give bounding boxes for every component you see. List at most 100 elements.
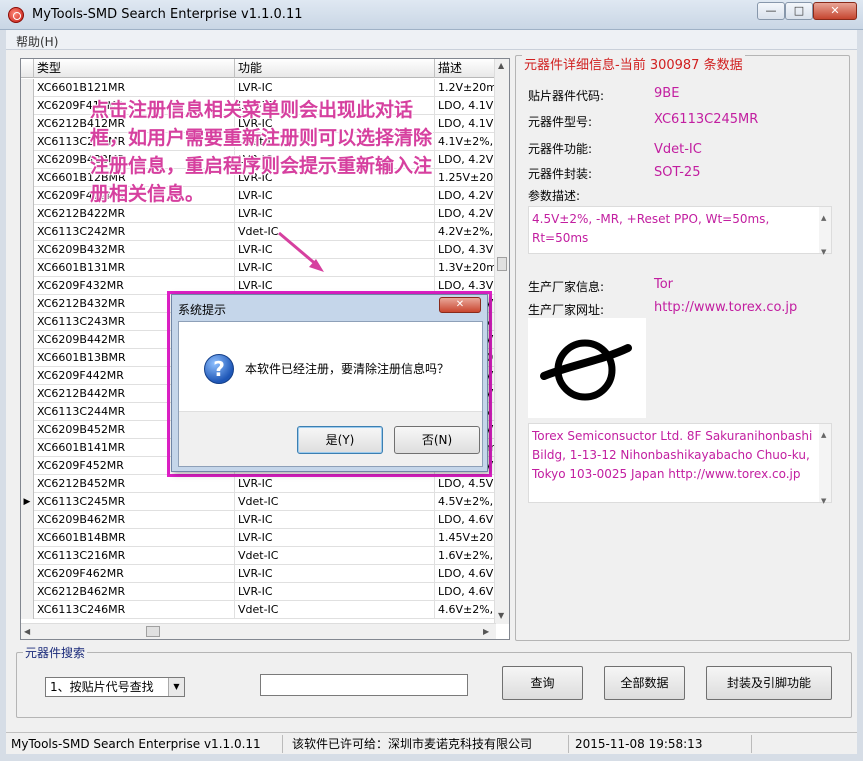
package-pin-button[interactable]: 封装及引脚功能 xyxy=(706,666,832,700)
row-selector[interactable] xyxy=(21,565,34,583)
scroll-up-icon[interactable]: ▲ xyxy=(821,426,826,445)
chevron-down-icon[interactable]: ▼ xyxy=(168,678,184,696)
table-row[interactable]: XC6212B462MR LVR-IC LDO, 4.6V xyxy=(21,583,496,601)
row-selector[interactable] xyxy=(21,367,34,385)
cell-description[interactable]: LDO, 4.2V xyxy=(435,151,496,169)
table-row[interactable]: XC6601B121MRLVR-IC1.2V±20mV xyxy=(21,79,496,97)
table-row[interactable]: XC6113C242MR Vdet-IC 4.2V±2%, xyxy=(21,223,496,241)
column-header-function[interactable]: 功能 xyxy=(235,59,435,78)
scroll-down-icon[interactable]: ▼ xyxy=(498,611,504,620)
row-selector[interactable] xyxy=(21,583,34,601)
cell-description[interactable]: LDO, 4.6V xyxy=(435,565,496,583)
cell-description[interactable]: LDO, 4.6V xyxy=(435,511,496,529)
cell-description[interactable]: 4.6V±2%, xyxy=(435,601,496,619)
row-selector[interactable] xyxy=(21,241,34,259)
cell-description[interactable]: LDO, 4.5V xyxy=(435,475,496,493)
cell-type[interactable]: XC6601B131MR xyxy=(34,259,235,277)
table-row[interactable]: XC6113C246MR Vdet-IC 4.6V±2%, xyxy=(21,601,496,619)
scroll-up-icon[interactable]: ▲ xyxy=(498,61,504,70)
row-selector[interactable] xyxy=(21,511,34,529)
grid-vertical-scrollbar[interactable]: ▲ ▼ xyxy=(494,59,509,624)
cell-description[interactable]: LDO, 4.2V xyxy=(435,187,496,205)
table-row[interactable]: XC6209B432MR LVR-IC LDO, 4.3V xyxy=(21,241,496,259)
cell-description[interactable]: 4.5V±2%, xyxy=(435,493,496,511)
search-input[interactable] xyxy=(260,674,468,696)
cell-type[interactable]: XC6113C216MR xyxy=(34,547,235,565)
table-row[interactable]: ▶ XC6113C245MR Vdet-IC 4.5V±2%, xyxy=(21,493,496,511)
cell-type[interactable]: XC6601B14BMR xyxy=(34,529,235,547)
cell-function[interactable]: Vdet-IC xyxy=(235,493,435,511)
param-scrollbar[interactable]: ▲ ▼ xyxy=(819,207,831,256)
cell-description[interactable]: 1.6V±2%, xyxy=(435,547,496,565)
cell-type[interactable]: XC6113C245MR xyxy=(34,493,235,511)
cell-description[interactable]: 1.3V±20mV xyxy=(435,259,496,277)
row-selector[interactable] xyxy=(21,133,34,151)
column-header-description[interactable]: 描述 xyxy=(435,59,496,78)
row-selector[interactable] xyxy=(21,439,34,457)
cell-description[interactable]: LDO, 4.1V xyxy=(435,97,496,115)
table-row[interactable]: XC6212B452MR LVR-IC LDO, 4.5V xyxy=(21,475,496,493)
search-mode-select[interactable]: 1、按贴片代号查找 ▼ xyxy=(45,677,185,697)
cell-description[interactable]: LDO, 4.2V xyxy=(435,205,496,223)
table-row[interactable]: XC6209F462MR LVR-IC LDO, 4.6V xyxy=(21,565,496,583)
row-selector[interactable] xyxy=(21,223,34,241)
row-selector[interactable] xyxy=(21,331,34,349)
row-selector[interactable] xyxy=(21,187,34,205)
cell-type[interactable]: XC6212B452MR xyxy=(34,475,235,493)
row-selector[interactable] xyxy=(21,475,34,493)
row-selector[interactable] xyxy=(21,169,34,187)
yes-button[interactable]: 是(Y) xyxy=(297,426,383,454)
row-selector[interactable] xyxy=(21,529,34,547)
scroll-left-icon[interactable]: ◀ xyxy=(24,627,30,636)
no-button[interactable]: 否(N) xyxy=(394,426,480,454)
scroll-up-icon[interactable]: ▲ xyxy=(821,209,826,228)
cell-function[interactable]: LVR-IC xyxy=(235,259,435,277)
cell-type[interactable]: XC6209F462MR xyxy=(34,565,235,583)
cell-type[interactable]: XC6212B462MR xyxy=(34,583,235,601)
cell-type[interactable]: XC6113C246MR xyxy=(34,601,235,619)
cell-description[interactable]: 4.2V±2%, xyxy=(435,223,496,241)
row-selector[interactable] xyxy=(21,277,34,295)
scroll-down-icon[interactable]: ▼ xyxy=(821,243,826,262)
row-selector[interactable] xyxy=(21,295,34,313)
row-selector[interactable] xyxy=(21,385,34,403)
horizontal-scroll-thumb[interactable] xyxy=(146,626,160,637)
grid-horizontal-scrollbar[interactable]: ◀ ▶ xyxy=(21,623,496,639)
cell-function[interactable]: LVR-IC xyxy=(235,79,435,97)
column-header-type[interactable]: 类型 xyxy=(34,59,235,78)
cell-function[interactable]: LVR-IC xyxy=(235,475,435,493)
cell-type[interactable]: XC6113C242MR xyxy=(34,223,235,241)
row-selector[interactable] xyxy=(21,115,34,133)
maximize-button[interactable]: □ xyxy=(785,2,813,20)
row-selector[interactable] xyxy=(21,349,34,367)
dialog-close-button[interactable]: ✕ xyxy=(439,297,481,313)
cell-description[interactable]: 1.45V±20m xyxy=(435,529,496,547)
row-selector[interactable] xyxy=(21,601,34,619)
row-selector[interactable] xyxy=(21,97,34,115)
table-row[interactable]: XC6601B14BMRLVR-IC1.45V±20m xyxy=(21,529,496,547)
row-selector[interactable] xyxy=(21,151,34,169)
table-row[interactable]: XC6209B462MR LVR-IC LDO, 4.6V xyxy=(21,511,496,529)
vertical-scroll-thumb[interactable] xyxy=(497,257,507,271)
cell-type[interactable]: XC6209B462MR xyxy=(34,511,235,529)
row-selector[interactable] xyxy=(21,457,34,475)
cell-description[interactable]: LDO, 4.6V xyxy=(435,583,496,601)
cell-type[interactable]: XC6601B121MR xyxy=(34,79,235,97)
scroll-down-icon[interactable]: ▼ xyxy=(821,492,826,511)
site-value[interactable]: http://www.torex.co.jp xyxy=(654,300,797,315)
row-selector[interactable] xyxy=(21,259,34,277)
cell-function[interactable]: LVR-IC xyxy=(235,565,435,583)
menu-help[interactable]: 帮助(H) xyxy=(16,33,58,50)
table-row[interactable]: XC6601B131MRLVR-IC1.3V±20mV xyxy=(21,259,496,277)
address-scrollbar[interactable]: ▲ ▼ xyxy=(819,424,831,505)
cell-function[interactable]: LVR-IC xyxy=(235,241,435,259)
cell-function[interactable]: Vdet-IC xyxy=(235,223,435,241)
query-button[interactable]: 查询 xyxy=(502,666,583,700)
row-selector[interactable] xyxy=(21,403,34,421)
close-button[interactable]: ✕ xyxy=(813,2,857,20)
row-selector[interactable] xyxy=(21,547,34,565)
cell-function[interactable]: Vdet-IC xyxy=(235,547,435,565)
cell-function[interactable]: LVR-IC xyxy=(235,511,435,529)
row-selector[interactable]: ▶ xyxy=(21,493,34,511)
cell-description[interactable]: LDO, 4.1V xyxy=(435,115,496,133)
